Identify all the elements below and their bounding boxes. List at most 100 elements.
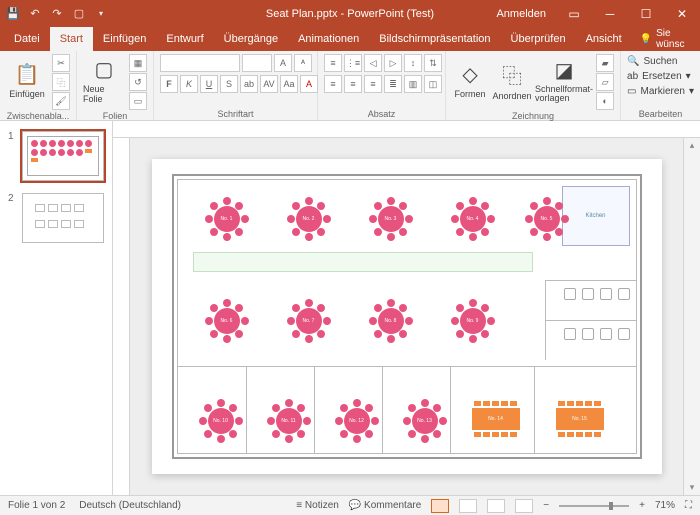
shape-outline-button[interactable]: ▱ — [596, 73, 614, 91]
smartart-button[interactable]: ◫ — [424, 75, 442, 93]
tab-animationen[interactable]: Animationen — [288, 27, 369, 51]
shape-effects-button[interactable]: ◐ — [596, 92, 614, 110]
slide-canvas[interactable]: Kitchen — [130, 138, 683, 495]
indent-increase-button[interactable]: ▷ — [384, 54, 402, 72]
text-direction-button[interactable]: ⇅ — [424, 54, 442, 72]
font-color-button[interactable]: A — [300, 75, 318, 93]
zoom-slider-thumb[interactable] — [609, 502, 613, 510]
tab-uebergaenge[interactable]: Übergänge — [214, 27, 288, 51]
increase-font-button[interactable]: A — [274, 54, 292, 72]
zoom-in-button[interactable]: + — [639, 500, 645, 511]
line-spacing-button[interactable]: ↕ — [404, 54, 422, 72]
seat — [229, 404, 237, 412]
seat — [305, 233, 313, 241]
reading-view-button[interactable] — [487, 499, 505, 513]
format-painter-button[interactable]: 🖌 — [52, 92, 70, 110]
tell-me[interactable]: 💡 Sie wünsc — [632, 28, 697, 50]
decrease-font-button[interactable]: ᴬ — [294, 54, 312, 72]
replace-button[interactable]: abErsetzen ▾ — [627, 71, 694, 82]
vertical-scrollbar[interactable]: ▴▾ — [683, 138, 700, 495]
italic-button[interactable]: K — [180, 75, 198, 93]
seat — [374, 304, 382, 312]
seat — [292, 228, 300, 236]
minimize-button[interactable]: ─ — [592, 0, 628, 27]
paste-button[interactable]: 📋Einfügen — [6, 54, 48, 106]
quick-styles-label: Schnellformat-vorlagen — [535, 85, 593, 103]
tab-ueberpruefen[interactable]: Überprüfen — [501, 27, 576, 51]
seat — [199, 417, 207, 425]
tab-datei[interactable]: Datei — [4, 27, 50, 51]
quick-styles-button[interactable]: ◪Schnellformat-vorlagen — [536, 54, 592, 106]
seat — [405, 215, 413, 223]
bold-button[interactable]: F — [160, 75, 178, 93]
section-button[interactable]: ▭ — [129, 92, 147, 110]
spacing-button[interactable]: AV — [260, 75, 278, 93]
slideshow-view-button[interactable] — [515, 499, 533, 513]
columns-button[interactable]: ▥ — [404, 75, 422, 93]
tab-einfuegen[interactable]: Einfügen — [93, 27, 156, 51]
justify-button[interactable]: ≣ — [384, 75, 402, 93]
signin-link[interactable]: Anmelden — [486, 8, 556, 20]
copy-button[interactable]: ⿻ — [52, 73, 70, 91]
wall — [546, 280, 636, 281]
layout-button[interactable]: ▦ — [129, 54, 147, 72]
align-right-button[interactable]: ≡ — [364, 75, 382, 93]
scroll-down-icon[interactable]: ▾ — [690, 482, 695, 493]
case-button[interactable]: Aa — [280, 75, 298, 93]
seat — [567, 401, 574, 406]
arrange-button[interactable]: ⿻Anordnen — [492, 54, 532, 106]
sorter-view-button[interactable] — [459, 499, 477, 513]
save-icon[interactable]: 💾 — [6, 7, 20, 21]
kitchen-label: Kitchen — [585, 213, 605, 219]
shapes-button[interactable]: ◇Formen — [452, 54, 488, 106]
undo-icon[interactable]: ↶ — [28, 7, 42, 21]
group-editing-label: Bearbeiten — [627, 108, 694, 119]
arrange-label: Anordnen — [493, 91, 532, 101]
indent-decrease-button[interactable]: ◁ — [364, 54, 382, 72]
underline-button[interactable]: U — [200, 75, 218, 93]
tab-entwurf[interactable]: Entwurf — [156, 27, 213, 51]
language-status[interactable]: Deutsch (Deutschland) — [79, 500, 181, 511]
notes-button[interactable]: ≡ Notizen — [296, 500, 339, 511]
slide-counter[interactable]: Folie 1 von 2 — [8, 500, 65, 511]
slide[interactable]: Kitchen — [152, 159, 662, 474]
numbering-button[interactable]: ⋮≡ — [344, 54, 362, 72]
find-button[interactable]: 🔍Suchen — [627, 56, 694, 67]
font-name-selector[interactable] — [160, 54, 240, 72]
scroll-up-icon[interactable]: ▴ — [690, 140, 695, 151]
seat — [365, 404, 373, 412]
reset-button[interactable]: ↺ — [129, 73, 147, 91]
select-button[interactable]: ▭Markieren ▾ — [627, 86, 694, 97]
seat — [433, 404, 441, 412]
round-table: No. 8 — [370, 300, 412, 342]
font-size-selector[interactable] — [242, 54, 272, 72]
normal-view-button[interactable] — [431, 499, 449, 513]
align-center-button[interactable]: ≡ — [344, 75, 362, 93]
redo-icon[interactable]: ↷ — [50, 7, 64, 21]
fit-to-window-button[interactable]: ⛶ — [685, 500, 692, 511]
slide-thumbnail-2[interactable] — [22, 193, 104, 243]
comments-button[interactable]: 💬 Kommentare — [349, 500, 421, 511]
zoom-out-button[interactable]: − — [543, 500, 549, 511]
shape-fill-button[interactable]: ▰ — [596, 54, 614, 72]
bullets-button[interactable]: ≡ — [324, 54, 342, 72]
seat — [451, 215, 459, 223]
toilets-row — [564, 288, 630, 300]
shadow-button[interactable]: S — [220, 75, 238, 93]
cut-button[interactable]: ✂ — [52, 54, 70, 72]
tab-start[interactable]: Start — [50, 27, 93, 51]
close-button[interactable]: ✕ — [664, 0, 700, 27]
tab-bildschirm[interactable]: Bildschirmpräsentation — [369, 27, 500, 51]
zoom-level[interactable]: 71% — [655, 500, 675, 511]
new-slide-button[interactable]: ▢Neue Folie — [83, 54, 125, 106]
strikethrough-button[interactable]: ab — [240, 75, 258, 93]
qat-dropdown-icon[interactable]: ▾ — [94, 7, 108, 21]
tab-ansicht[interactable]: Ansicht — [576, 27, 632, 51]
maximize-button[interactable]: ☐ — [628, 0, 664, 27]
zoom-slider[interactable] — [559, 505, 629, 507]
ribbon-options-icon[interactable]: ▭ — [556, 0, 592, 27]
start-slideshow-icon[interactable]: ▢ — [72, 7, 86, 21]
slide-thumbnail-1[interactable] — [22, 131, 104, 181]
thumbnail-number: 2 — [8, 193, 18, 243]
align-left-button[interactable]: ≡ — [324, 75, 342, 93]
